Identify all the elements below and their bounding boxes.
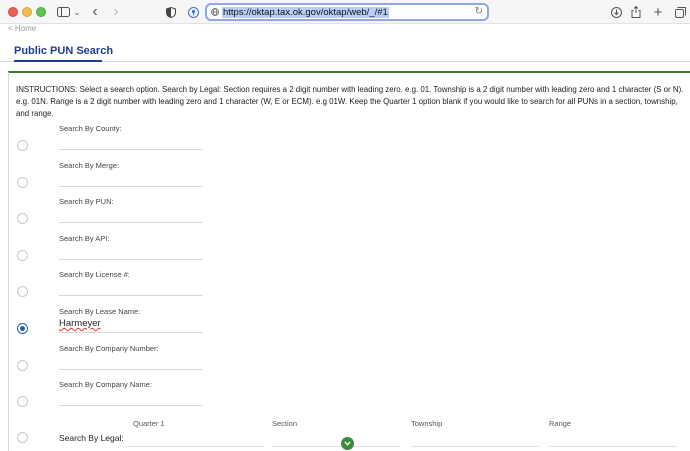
quarter-1-select[interactable] (126, 446, 264, 447)
new-tab-button[interactable]: + (652, 3, 664, 21)
search-by-merge-label: Search By Merge: (59, 161, 120, 170)
section-input[interactable] (272, 446, 400, 447)
radio-search-by-license[interactable] (17, 286, 28, 297)
search-by-company-name-underline (59, 405, 203, 406)
back-button[interactable]: ‹ (89, 3, 101, 21)
address-bar[interactable]: https://oktap.tax.ok.gov/oktap/web/_/#1 … (205, 3, 489, 21)
search-by-company-name-label: Search By Company Name: (59, 380, 152, 389)
search-by-company-number-label: Search By Company Number: (59, 344, 159, 353)
township-label: Township (411, 419, 443, 428)
range-input[interactable] (549, 446, 677, 447)
reload-icon[interactable]: ↻ (475, 6, 483, 17)
page-title: Public PUN Search (14, 45, 114, 57)
search-by-company-number-underline (59, 369, 203, 370)
title-underline (14, 60, 102, 62)
search-by-license-underline (59, 295, 203, 296)
minimize-window-button[interactable] (22, 7, 32, 17)
sidebar-toggle-icon[interactable] (54, 3, 72, 21)
share-icon[interactable] (630, 3, 642, 21)
radio-search-by-pun[interactable] (17, 213, 28, 224)
zoom-window-button[interactable] (36, 7, 46, 17)
radio-search-by-api[interactable] (17, 250, 28, 261)
instructions-text: INSTRUCTIONS: Select a search option. Se… (16, 85, 684, 118)
search-by-merge-underline (59, 186, 203, 187)
forward-button[interactable]: › (110, 3, 122, 21)
chevron-down-icon[interactable]: ⌄ (72, 3, 82, 21)
password-key-icon[interactable] (187, 3, 199, 21)
radio-search-by-county[interactable] (17, 140, 28, 151)
shield-icon[interactable] (165, 3, 177, 21)
quarter-1-label: Quarter 1 (133, 419, 165, 428)
search-by-license-label: Search By License #: (59, 270, 130, 279)
section-label: Section (272, 419, 298, 428)
download-icon[interactable] (610, 3, 622, 21)
browser-toolbar: ⌄ ‹ › https://oktap.tax.ok.gov/oktap/web… (0, 0, 690, 24)
radio-search-by-company-number[interactable] (17, 360, 28, 371)
radio-search-by-lease-name[interactable] (17, 323, 28, 334)
globe-icon (211, 8, 219, 16)
search-by-county-label: Search By County: (59, 124, 122, 133)
radio-search-by-merge[interactable] (17, 177, 28, 188)
title-divider (0, 61, 690, 62)
range-label: Range (549, 419, 572, 428)
search-by-lease-name-label: Search By Lease Name: (59, 307, 141, 316)
legal-label: Search By Legal: (59, 433, 124, 443)
url-text[interactable]: https://oktap.tax.ok.gov/oktap/web/_/#1 (222, 6, 389, 18)
search-by-api-underline (59, 259, 203, 260)
search-by-pun-underline (59, 222, 203, 223)
search-by-lease-name-input[interactable]: Harmeyer (59, 318, 101, 329)
chevron-down-icon[interactable] (341, 437, 354, 450)
close-window-button[interactable] (8, 7, 18, 17)
search-by-county-underline (59, 149, 203, 150)
township-input[interactable] (411, 446, 539, 447)
search-by-api-label: Search By API: (59, 234, 110, 243)
radio-search-by-legal[interactable] (17, 432, 28, 443)
radio-search-by-company-name[interactable] (17, 396, 28, 407)
tab-overview-icon[interactable] (674, 3, 686, 21)
breadcrumb[interactable]: < Home (8, 24, 36, 33)
search-by-lease-name-underline (59, 332, 203, 333)
search-by-pun-label: Search By PUN: (59, 197, 114, 206)
